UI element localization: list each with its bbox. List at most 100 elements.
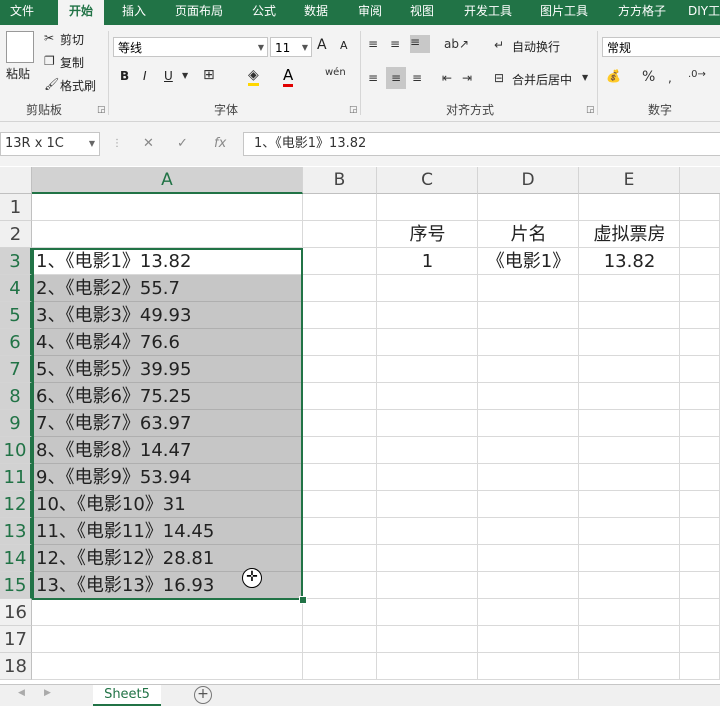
tab-picture-tools[interactable]: 图片工具 <box>532 0 596 25</box>
grid-cell[interactable] <box>680 491 720 518</box>
wrap-text-button[interactable]: 自动换行 <box>512 38 560 55</box>
grid-cell[interactable] <box>478 626 579 653</box>
phonetic-icon[interactable]: wén <box>325 67 346 78</box>
underline-button[interactable]: U <box>164 69 173 83</box>
name-box[interactable]: 13R x 1C ▼ <box>0 132 100 156</box>
scroll-right-icon[interactable]: ▶ <box>44 688 51 698</box>
grid-cell[interactable] <box>478 194 579 221</box>
row-header[interactable]: 2 <box>0 221 32 248</box>
font-launcher-icon[interactable]: ◲ <box>349 105 358 115</box>
cell-a10[interactable]: 8、《电影8》14.47 <box>32 437 303 464</box>
grid-cell[interactable] <box>478 491 579 518</box>
grid-cell[interactable] <box>579 545 680 572</box>
grid-cell[interactable] <box>579 518 680 545</box>
cancel-icon[interactable]: ✕ <box>143 136 154 151</box>
grid-cell[interactable] <box>680 329 720 356</box>
tab-diy[interactable]: DIY工具箱 <box>688 0 720 25</box>
grid-cell[interactable] <box>478 464 579 491</box>
row-header[interactable]: 18 <box>0 653 32 680</box>
grid-cell[interactable] <box>680 437 720 464</box>
grid-cell[interactable] <box>377 329 478 356</box>
increase-decimal-icon[interactable]: .0→ <box>688 69 706 80</box>
percent-button[interactable]: % <box>642 69 655 85</box>
grid-cell[interactable] <box>579 599 680 626</box>
grid-cell[interactable] <box>377 464 478 491</box>
grid-cell[interactable] <box>680 464 720 491</box>
grid-cell[interactable] <box>303 248 377 275</box>
tab-page-layout[interactable]: 页面布局 <box>166 0 232 25</box>
grid-cell[interactable] <box>478 653 579 680</box>
cell-a13[interactable]: 11、《电影11》14.45 <box>32 518 303 545</box>
cell-a4[interactable]: 2、《电影2》55.7 <box>32 275 303 302</box>
grid-cell[interactable] <box>478 518 579 545</box>
grid-cell[interactable] <box>579 626 680 653</box>
grid-cell[interactable] <box>303 302 377 329</box>
cell-a7[interactable]: 5、《电影5》39.95 <box>32 356 303 383</box>
formula-input[interactable]: 1、《电影1》13.82 <box>243 132 720 156</box>
chevron-down-icon[interactable]: ▼ <box>582 73 588 82</box>
row-header[interactable]: 6 <box>0 329 32 356</box>
tab-review[interactable]: 审阅 <box>350 0 390 25</box>
grid-cell[interactable] <box>680 545 720 572</box>
tab-home[interactable]: 开始 <box>58 0 104 25</box>
cell-a17[interactable] <box>32 626 303 653</box>
cell-a9[interactable]: 7、《电影7》63.97 <box>32 410 303 437</box>
tab-data[interactable]: 数据 <box>296 0 336 25</box>
cell-a1[interactable] <box>32 194 303 221</box>
grid-cell[interactable] <box>377 383 478 410</box>
tab-developer[interactable]: 开发工具 <box>456 0 520 25</box>
cell-d3[interactable]: 《电影1》 <box>478 248 579 275</box>
grid-cell[interactable] <box>579 464 680 491</box>
shrink-font-button[interactable]: A <box>340 39 348 52</box>
decrease-indent-icon[interactable]: ⇤ <box>442 71 452 85</box>
grid-cell[interactable] <box>303 410 377 437</box>
tab-insert[interactable]: 插入 <box>112 0 156 25</box>
grid-cell[interactable] <box>377 356 478 383</box>
grid-cell[interactable] <box>303 626 377 653</box>
tab-view[interactable]: 视图 <box>402 0 442 25</box>
bold-button[interactable]: B <box>120 69 129 83</box>
cell-a8[interactable]: 6、《电影6》75.25 <box>32 383 303 410</box>
grid-cell[interactable] <box>478 356 579 383</box>
paste-icon[interactable] <box>6 31 34 63</box>
cell-a6[interactable]: 4、《电影4》76.6 <box>32 329 303 356</box>
grow-font-button[interactable]: A <box>317 37 327 53</box>
tab-formulas[interactable]: 公式 <box>244 0 284 25</box>
row-header[interactable]: 5 <box>0 302 32 329</box>
orientation-icon[interactable]: ab↗ <box>444 37 469 51</box>
align-right-icon[interactable]: ≡ <box>412 71 422 85</box>
grid-cell[interactable] <box>377 518 478 545</box>
grid-cell[interactable] <box>680 356 720 383</box>
fill-handle[interactable] <box>299 596 307 604</box>
row-header[interactable]: 11 <box>0 464 32 491</box>
font-color-icon[interactable]: A <box>283 66 294 87</box>
grid-cell[interactable] <box>478 599 579 626</box>
grid-cell[interactable] <box>680 248 720 275</box>
column-header-f[interactable] <box>680 167 720 194</box>
grid-cell[interactable] <box>680 572 720 599</box>
row-header[interactable]: 4 <box>0 275 32 302</box>
column-header-d[interactable]: D <box>478 167 579 194</box>
align-middle-icon[interactable]: ≡ <box>390 37 400 51</box>
cell-a18[interactable] <box>32 653 303 680</box>
increase-indent-icon[interactable]: ⇥ <box>462 71 472 85</box>
grid-cell[interactable] <box>478 545 579 572</box>
row-header[interactable]: 7 <box>0 356 32 383</box>
number-format-select[interactable]: 常规 <box>602 37 720 57</box>
cell-a12[interactable]: 10、《电影10》31 <box>32 491 303 518</box>
grid-cell[interactable] <box>303 599 377 626</box>
cell-c3[interactable]: 1 <box>377 248 478 275</box>
grid-cell[interactable] <box>680 410 720 437</box>
tab-file[interactable]: 文件 <box>0 0 44 25</box>
align-top-icon[interactable]: ≡ <box>368 37 378 51</box>
grid-cell[interactable] <box>579 491 680 518</box>
grid-cell[interactable] <box>579 437 680 464</box>
row-header[interactable]: 10 <box>0 437 32 464</box>
grid-cell[interactable] <box>579 356 680 383</box>
grid-cell[interactable] <box>579 572 680 599</box>
alignment-launcher-icon[interactable]: ◲ <box>586 105 595 115</box>
cell-a15[interactable]: 13、《电影13》16.93 <box>32 572 303 599</box>
grid-cell[interactable] <box>377 410 478 437</box>
cut-button[interactable]: 剪切 <box>60 31 84 48</box>
grid-cell[interactable] <box>478 275 579 302</box>
